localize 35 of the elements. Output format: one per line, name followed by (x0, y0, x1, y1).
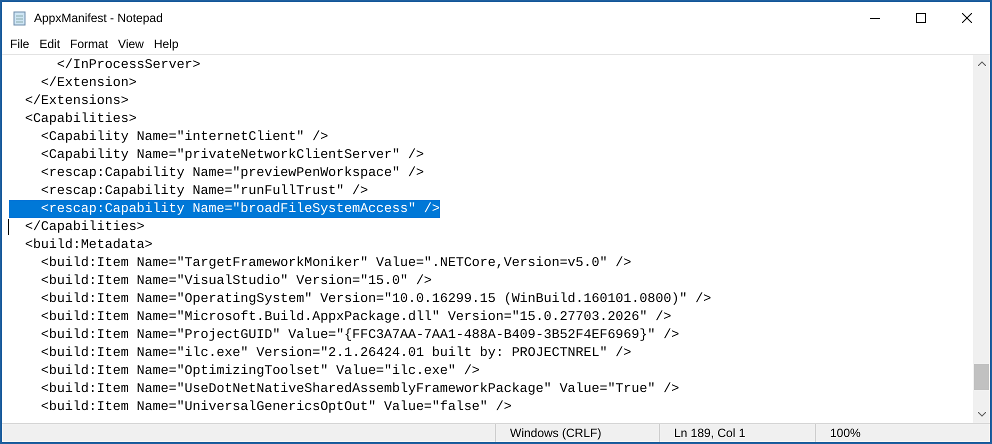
status-text: Ln 189, Col 1 (674, 425, 746, 442)
menu-item[interactable]: View (113, 34, 149, 54)
menu-item[interactable]: Format (65, 34, 114, 54)
menu-item[interactable]: Edit (34, 34, 66, 54)
menu-item[interactable]: Help (148, 34, 184, 54)
code-line: <build:Item Name="UseDotNetNativeSharedAssemblyFrameworkPackage" Value="True" /> (40, 380, 680, 398)
code-line: </Capabilities> (24, 218, 145, 236)
menu-item[interactable]: File (5, 34, 34, 54)
code-line: <rescap:Capability Name="previewPenWorkspace" /> (40, 164, 424, 182)
code-line: <build:Item Name="Microsoft.Build.AppxPackage.dll" Version="15.0.27703.2026" /> (40, 308, 672, 326)
scroll-down-icon[interactable] (978, 412, 986, 417)
window-title: AppxManifest - Notepad (34, 10, 163, 27)
code-line: </InProcessServer> (56, 56, 201, 74)
code-line: <build:Item Name="ilc.exe" Version="2.1.26424.01 built by: PROJECTNREL" /> (40, 344, 632, 362)
code-line: <build:Item Name="VisualStudio" Version="15.0" /> (40, 272, 432, 290)
code-line: <rescap:Capability Name="runFullTrust" /> (40, 182, 368, 200)
code-line: <build:Metadata> (24, 236, 153, 254)
code-line: <build:Item Name="TargetFrameworkMoniker" Value=".NETCore,Version=v5.0" /> (40, 254, 632, 272)
scroll-up-icon[interactable] (978, 61, 986, 66)
code-line: <Capability Name="privateNetworkClientServer" /> (40, 146, 424, 164)
code-line: </Extension> (40, 74, 137, 92)
code-line: <Capabilities> (24, 110, 137, 128)
code-line: </Extensions> (24, 92, 129, 110)
close-icon (962, 13, 972, 23)
scroll-thumb[interactable] (974, 364, 989, 390)
status-text: 100% (830, 425, 861, 442)
status-text: Windows (CRLF) (510, 425, 602, 442)
maximize-icon (916, 13, 926, 23)
code-line: <build:Item Name="ProjectGUID" Value="{FFC3A7AA-7AA1-488A-B409-3B52F4EF6969}" /> (40, 326, 680, 344)
code-line: <build:Item Name="OperatingSystem" Version="10.0.16299.15 (WinBuild.160101.0800)" /> (40, 290, 712, 308)
code-line: <build:Item Name="OptimizingToolset" Value="ilc.exe" /> (40, 362, 480, 380)
code-line: <build:Item Name="UniversalGenericsOptOut" Value="false" /> (40, 398, 512, 416)
code-line: <Capability Name="internetClient" /> (40, 128, 328, 146)
vertical-scrollbar[interactable] (973, 55, 990, 423)
notepad-icon (12, 10, 28, 26)
